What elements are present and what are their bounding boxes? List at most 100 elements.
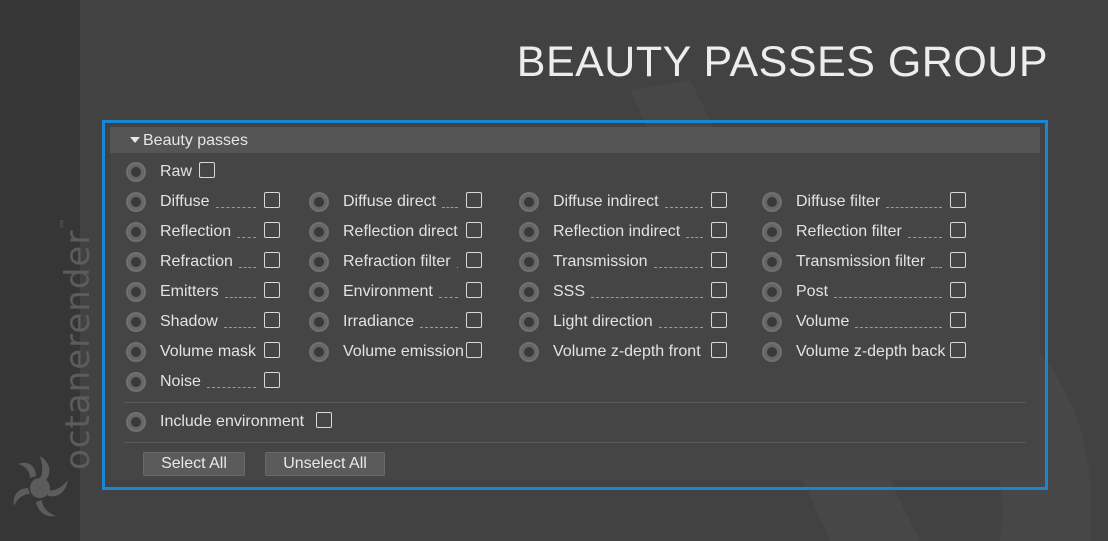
leader-dots bbox=[420, 327, 458, 328]
leader-dots bbox=[654, 267, 703, 268]
pass-label: Noise bbox=[160, 373, 201, 390]
pin-radio[interactable] bbox=[126, 222, 146, 242]
pass-checkbox[interactable] bbox=[950, 222, 966, 238]
pin-radio[interactable] bbox=[126, 162, 146, 182]
pass-checkbox[interactable] bbox=[466, 252, 482, 268]
pin-radio[interactable] bbox=[309, 312, 329, 332]
pass-checkbox[interactable] bbox=[264, 372, 280, 388]
pin-radio[interactable] bbox=[519, 312, 539, 332]
pin-radio[interactable] bbox=[519, 282, 539, 302]
leader-dots bbox=[665, 207, 703, 208]
pass-item: Volume z-depth back bbox=[762, 338, 992, 368]
pass-checkbox[interactable] bbox=[466, 282, 482, 298]
pass-checkbox[interactable] bbox=[950, 312, 966, 328]
pass-item: Volume bbox=[762, 308, 992, 338]
leader-dots bbox=[659, 327, 703, 328]
brand-wordmark: octanerender™ bbox=[58, 216, 98, 470]
pass-item: Environment bbox=[309, 278, 539, 308]
pin-radio[interactable] bbox=[126, 282, 146, 302]
pass-checkbox[interactable] bbox=[950, 192, 966, 208]
panel-header-label: Beauty passes bbox=[143, 132, 248, 149]
pass-checkbox[interactable] bbox=[711, 282, 727, 298]
pass-label: Reflection bbox=[160, 223, 232, 240]
pass-checkbox[interactable] bbox=[711, 222, 727, 238]
pass-checkbox[interactable] bbox=[199, 162, 215, 178]
pin-radio[interactable] bbox=[762, 342, 782, 362]
leader-dots bbox=[237, 237, 256, 238]
pin-radio[interactable] bbox=[519, 252, 539, 272]
pass-checkbox[interactable] bbox=[711, 342, 727, 358]
pass-checkbox[interactable] bbox=[264, 192, 280, 208]
pin-radio[interactable] bbox=[126, 372, 146, 392]
divider bbox=[124, 402, 1026, 403]
pass-label: Shadow bbox=[160, 313, 218, 330]
leader-dots bbox=[686, 237, 703, 238]
pin-radio[interactable] bbox=[309, 252, 329, 272]
pass-label: Light direction bbox=[553, 313, 653, 330]
pin-radio[interactable] bbox=[519, 342, 539, 362]
pass-item: Post bbox=[762, 278, 992, 308]
pin-radio[interactable] bbox=[309, 342, 329, 362]
pin-radio[interactable] bbox=[762, 252, 782, 272]
octane-logo-icon bbox=[13, 456, 68, 517]
pass-item: Reflection direct bbox=[309, 218, 539, 248]
include-environment-checkbox[interactable] bbox=[316, 412, 332, 428]
pass-item: Diffuse filter bbox=[762, 188, 992, 218]
pass-raw: Raw bbox=[126, 158, 246, 188]
pin-radio[interactable] bbox=[762, 282, 782, 302]
row-raw: Raw bbox=[126, 158, 1026, 188]
pass-item: Light direction bbox=[519, 308, 749, 338]
leader-dots bbox=[207, 387, 256, 388]
pin-radio[interactable] bbox=[762, 222, 782, 242]
leader-dots bbox=[834, 297, 942, 298]
beauty-passes-panel: Beauty passes Raw Diffuse Diffuse direct D… bbox=[110, 127, 1040, 480]
panel-header[interactable]: Beauty passes bbox=[110, 127, 1040, 153]
pin-radio[interactable] bbox=[126, 252, 146, 272]
pass-checkbox[interactable] bbox=[466, 192, 482, 208]
pass-item: Transmission bbox=[519, 248, 749, 278]
pass-checkbox[interactable] bbox=[264, 312, 280, 328]
row-include-environment: Include environment bbox=[126, 408, 1026, 438]
pass-checkbox[interactable] bbox=[264, 252, 280, 268]
pin-radio[interactable] bbox=[309, 282, 329, 302]
pass-checkbox[interactable] bbox=[711, 192, 727, 208]
unselect-all-button[interactable]: Unselect All bbox=[265, 452, 385, 476]
pass-checkbox[interactable] bbox=[950, 252, 966, 268]
select-all-button[interactable]: Select All bbox=[143, 452, 245, 476]
pass-item: Diffuse direct bbox=[309, 188, 539, 218]
pin-radio[interactable] bbox=[309, 222, 329, 242]
pin-radio[interactable] bbox=[126, 342, 146, 362]
leader-dots bbox=[931, 267, 942, 268]
pass-checkbox[interactable] bbox=[466, 312, 482, 328]
pass-checkbox[interactable] bbox=[711, 252, 727, 268]
pass-checkbox[interactable] bbox=[466, 222, 482, 238]
leader-dots bbox=[855, 327, 942, 328]
pin-radio[interactable] bbox=[762, 312, 782, 332]
pass-checkbox[interactable] bbox=[466, 342, 482, 358]
pass-checkbox[interactable] bbox=[950, 282, 966, 298]
pass-label: Post bbox=[796, 283, 829, 300]
leader-dots bbox=[457, 267, 458, 268]
pass-checkbox[interactable] bbox=[264, 282, 280, 298]
pin-radio[interactable] bbox=[762, 192, 782, 212]
leader-dots bbox=[442, 207, 458, 208]
pin-radio[interactable] bbox=[126, 312, 146, 332]
leader-dots bbox=[908, 237, 942, 238]
pass-label: Transmission bbox=[553, 253, 648, 270]
leader-dots bbox=[591, 297, 703, 298]
pass-checkbox[interactable] bbox=[264, 342, 280, 358]
pass-checkbox[interactable] bbox=[950, 342, 966, 358]
pin-radio[interactable] bbox=[126, 192, 146, 212]
pass-label: Environment bbox=[343, 283, 433, 300]
pin-radio[interactable] bbox=[519, 192, 539, 212]
leader-dots bbox=[239, 267, 256, 268]
pass-checkbox[interactable] bbox=[711, 312, 727, 328]
pin-radio[interactable] bbox=[126, 412, 146, 432]
pass-item: Transmission filter bbox=[762, 248, 992, 278]
pass-label: Volume emission bbox=[343, 343, 464, 360]
pin-radio[interactable] bbox=[519, 222, 539, 242]
pass-label: Raw bbox=[160, 163, 193, 180]
pin-radio[interactable] bbox=[309, 192, 329, 212]
pass-checkbox[interactable] bbox=[264, 222, 280, 238]
collapse-triangle-icon[interactable] bbox=[130, 137, 140, 143]
